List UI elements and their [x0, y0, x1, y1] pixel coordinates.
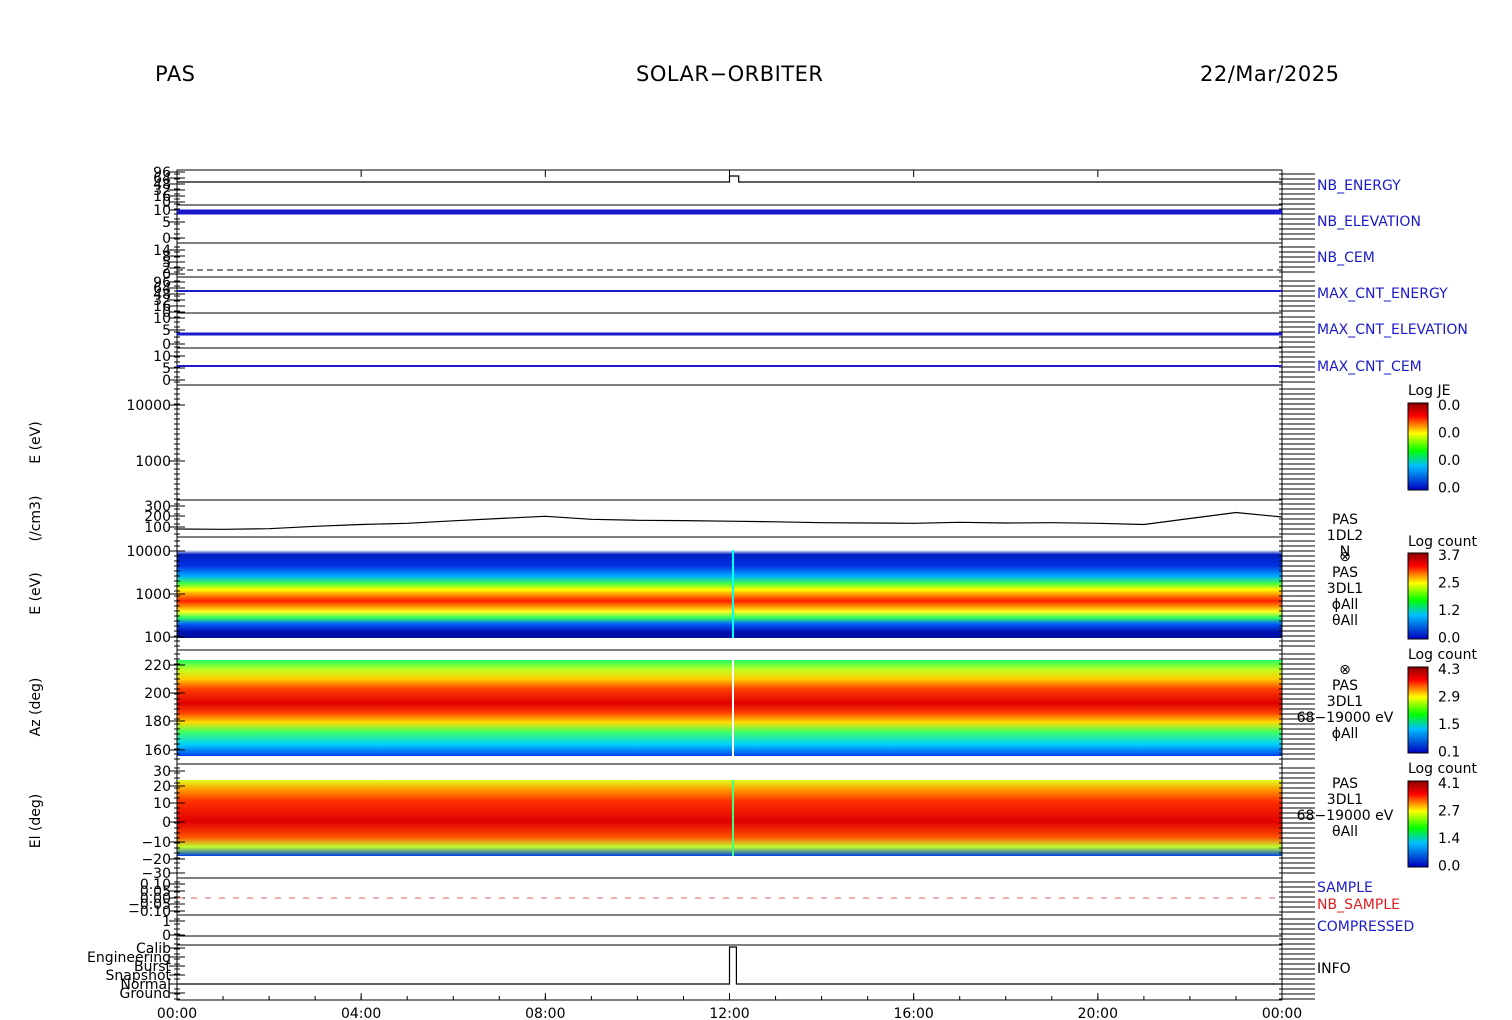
side-label: ϕAll	[1332, 726, 1359, 742]
colorbar-tick: 1.2	[1438, 603, 1460, 619]
side-label: ⊗	[1339, 549, 1351, 565]
side-label: 68−19000 eV	[1297, 808, 1394, 824]
y-tick-label: 10	[153, 796, 171, 812]
x-tick-label: 04:00	[341, 1006, 381, 1020]
el-spectrogram-fill	[177, 780, 1282, 856]
side-label: θAll	[1332, 613, 1358, 629]
x-tick-label: 08:00	[525, 1006, 565, 1020]
side-label: ϕAll	[1332, 597, 1359, 613]
colorbar-tick: 0.1	[1438, 745, 1460, 761]
panel-label-max_cnt_elevation: MAX_CNT_ELEVATION	[1317, 322, 1468, 338]
az-spectrogram-fill	[177, 660, 1282, 756]
colorbar-az	[1407, 666, 1429, 754]
colorbar-tick: 2.5	[1438, 576, 1460, 592]
x-tick-label: 00:00	[157, 1006, 197, 1020]
side-label: PAS	[1332, 776, 1358, 792]
colorbar-tick: 1.4	[1438, 831, 1460, 847]
side-label: 3DL1	[1327, 581, 1363, 597]
y-tick-label: 10000	[126, 398, 171, 414]
panel-label-nb_cem: NB_CEM	[1317, 250, 1375, 266]
y-axis-label-energy_spec: E (eV)	[28, 572, 44, 614]
y-tick-label: 200	[144, 686, 171, 702]
side-label: ⊗	[1339, 662, 1351, 678]
series-line-density	[176, 511, 1283, 530]
y-tick-label: 180	[144, 714, 171, 730]
panel-label-nb_elevation: NB_ELEVATION	[1317, 214, 1421, 230]
colorbar-je	[1407, 402, 1429, 491]
side-label: θAll	[1332, 824, 1358, 840]
colorbar-title: Log count	[1408, 761, 1477, 777]
colorbar-tick: 4.1	[1438, 776, 1460, 792]
y-tick-label: 1000	[135, 587, 171, 603]
y-axis-label-el_spec: El (deg)	[28, 794, 44, 849]
panel-label-max_cnt_cem: MAX_CNT_CEM	[1317, 359, 1422, 375]
x-tick-label: 20:00	[1078, 1006, 1118, 1020]
y-tick-label: 0	[162, 373, 171, 389]
colorbar-tick: 3.7	[1438, 548, 1460, 564]
panel-label: SAMPLE	[1317, 880, 1373, 896]
y-tick-label: 10000	[126, 544, 171, 560]
panel-label-compressed: COMPRESSED	[1317, 919, 1414, 935]
side-label: 3DL1	[1327, 694, 1363, 710]
y-tick-label: 30	[153, 764, 171, 780]
series-line-info	[177, 946, 1282, 985]
multi-panel-chart: 96644832160NB_ENERGY1050NB_ELEVATION1485…	[28, 165, 1477, 1020]
side-label: 68−19000 eV	[1297, 710, 1394, 726]
y-tick-label: 5	[162, 215, 171, 231]
side-label: PAS	[1332, 678, 1358, 694]
colorbar-tick: 1.5	[1438, 717, 1460, 733]
panel-label: NB_SAMPLE	[1317, 897, 1400, 913]
y-tick-label: 20	[153, 779, 171, 795]
side-label: PAS	[1332, 565, 1358, 581]
colorbar-energy	[1407, 552, 1429, 640]
colorbar-tick: 0.0	[1438, 398, 1460, 414]
panel-label-info: INFO	[1317, 961, 1351, 977]
y-tick-label: 220	[144, 658, 171, 674]
y-tick-label: 160	[144, 743, 171, 759]
y-tick-label: 0	[162, 815, 171, 831]
colorbar-tick: 0.0	[1438, 426, 1460, 442]
colorbar-tick: 0.0	[1438, 453, 1460, 469]
y-axis-label-ion_energy_1: E (eV)	[28, 421, 44, 463]
colorbar-tick: 2.7	[1438, 804, 1460, 820]
side-label: PAS	[1332, 512, 1358, 528]
colorbar-tick: 2.9	[1438, 690, 1460, 706]
y-axis-label-az_spec: Az (deg)	[28, 678, 44, 737]
x-tick-label: 00:00	[1262, 1006, 1302, 1020]
colorbar-tick: 0.0	[1438, 631, 1460, 647]
panel-label-max_cnt_energy: MAX_CNT_ENERGY	[1317, 286, 1448, 302]
y-tick-label: 1000	[135, 454, 171, 470]
colorbar-el	[1407, 780, 1429, 868]
colorbar-tick: 0.0	[1438, 859, 1460, 875]
x-tick-label: 16:00	[893, 1006, 933, 1020]
y-tick-label: Ground	[120, 986, 172, 1002]
colorbar-title: Log count	[1408, 647, 1477, 663]
y-tick-label: 100	[144, 630, 171, 646]
side-label: 3DL1	[1327, 792, 1363, 808]
side-label: 1DL2	[1327, 528, 1363, 544]
y-axis-label-density: (/cm3)	[28, 496, 44, 542]
colorbar-tick: 0.0	[1438, 481, 1460, 497]
colorbar-title: Log JE	[1408, 383, 1450, 399]
panel-label-nb_energy: NB_ENERGY	[1317, 178, 1401, 194]
y-tick-label: −10	[141, 835, 171, 851]
colorbar-tick: 4.3	[1438, 662, 1460, 678]
x-tick-label: 12:00	[709, 1006, 749, 1020]
y-tick-label: 100	[144, 520, 171, 536]
energy-spectrogram-fill	[177, 550, 1282, 638]
